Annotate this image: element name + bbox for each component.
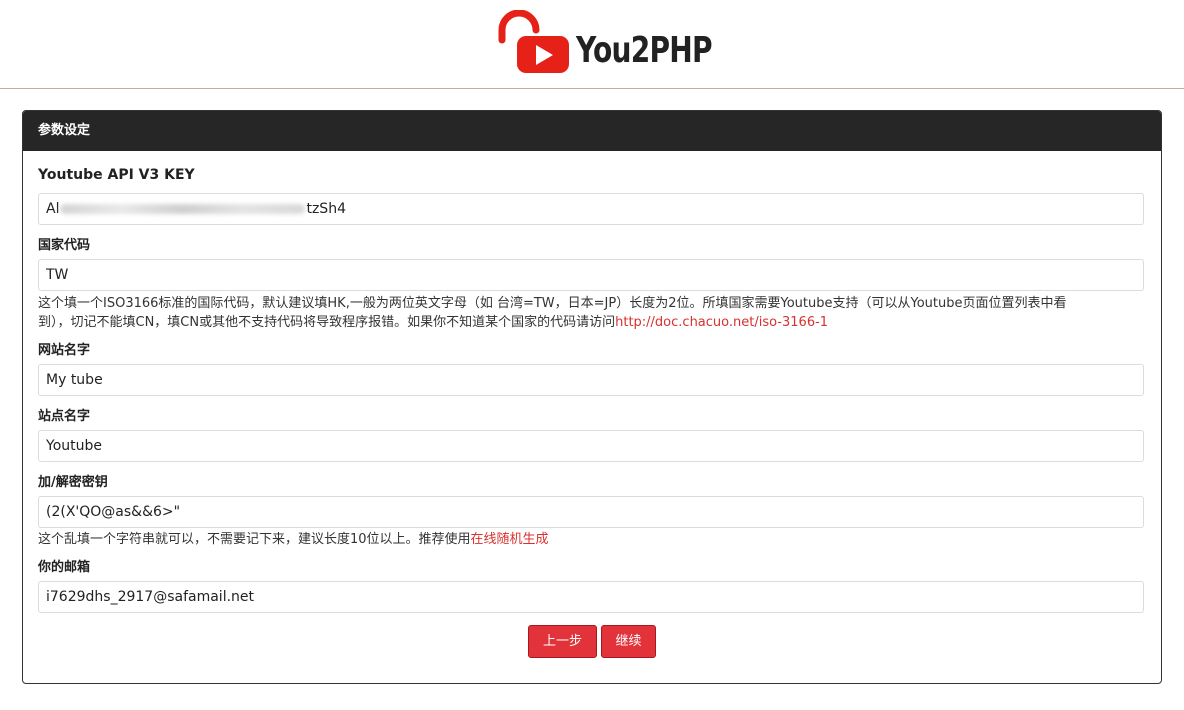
station-name-value: Youtube (46, 438, 102, 454)
site-name-value: My tube (46, 372, 103, 388)
youtube-lock-icon (498, 9, 569, 73)
secret-help-text: 这个乱填一个字符串就可以，不需要记下来，建议长度10位以上。推荐使用 (38, 532, 471, 547)
secret-key-input[interactable]: (2(X'QO@as&&6>" (38, 496, 1144, 528)
secret-help: 这个乱填一个字符串就可以，不需要记下来，建议长度10位以上。推荐使用在线随机生成 (38, 530, 1148, 549)
country-help: 这个填一个ISO3166标准的国际代码，默认建议填HK,一般为两位英文字母（如 … (38, 294, 1148, 332)
api-key-value-end: tzSh4 (306, 201, 346, 217)
country-help-line1: 这个填一个ISO3166标准的国际代码，默认建议填HK,一般为两位英文字母（如 … (38, 296, 1067, 311)
continue-button[interactable]: 继续 (601, 625, 656, 658)
country-value: TW (46, 267, 69, 283)
logo[interactable]: You2PHP (494, 9, 713, 76)
station-name-input[interactable]: Youtube (38, 430, 1144, 462)
api-key-input[interactable]: Al tzSh4 (38, 193, 1144, 225)
api-key-value-start: Al (46, 201, 60, 217)
country-label: 国家代码 (38, 238, 91, 253)
country-input[interactable]: TW (38, 259, 1144, 291)
api-key-label: Youtube API V3 KEY (38, 167, 195, 183)
secret-key-value: (2(X'QO@as&&6>" (46, 504, 181, 520)
site-name-input[interactable]: My tube (38, 364, 1144, 396)
country-help-line2: 到），切记不能填CN，填CN或其他不支持代码将导致程序报错。如果你不知道某个国家… (38, 315, 616, 330)
prev-step-button[interactable]: 上一步 (528, 625, 597, 658)
secret-key-label: 加/解密密钥 (38, 475, 108, 490)
header: You2PHP (0, 0, 1184, 89)
redacted-blur (60, 204, 306, 214)
panel-title: 参数设定 (23, 111, 1161, 151)
logo-text: You2PHP (576, 30, 713, 71)
email-label: 你的邮箱 (38, 560, 91, 575)
site-name-label: 网站名字 (38, 343, 91, 358)
email-input[interactable]: i7629dhs_2917@safamail.net (38, 581, 1144, 613)
random-generate-link[interactable]: 在线随机生成 (471, 532, 549, 547)
iso-code-link[interactable]: http://doc.chacuo.net/iso-3166-1 (615, 315, 828, 330)
station-name-label: 站点名字 (38, 409, 91, 424)
email-value: i7629dhs_2917@safamail.net (46, 589, 255, 605)
settings-panel: 参数设定 Youtube API V3 KEY Al tzSh4 国家代码 TW … (22, 110, 1162, 684)
